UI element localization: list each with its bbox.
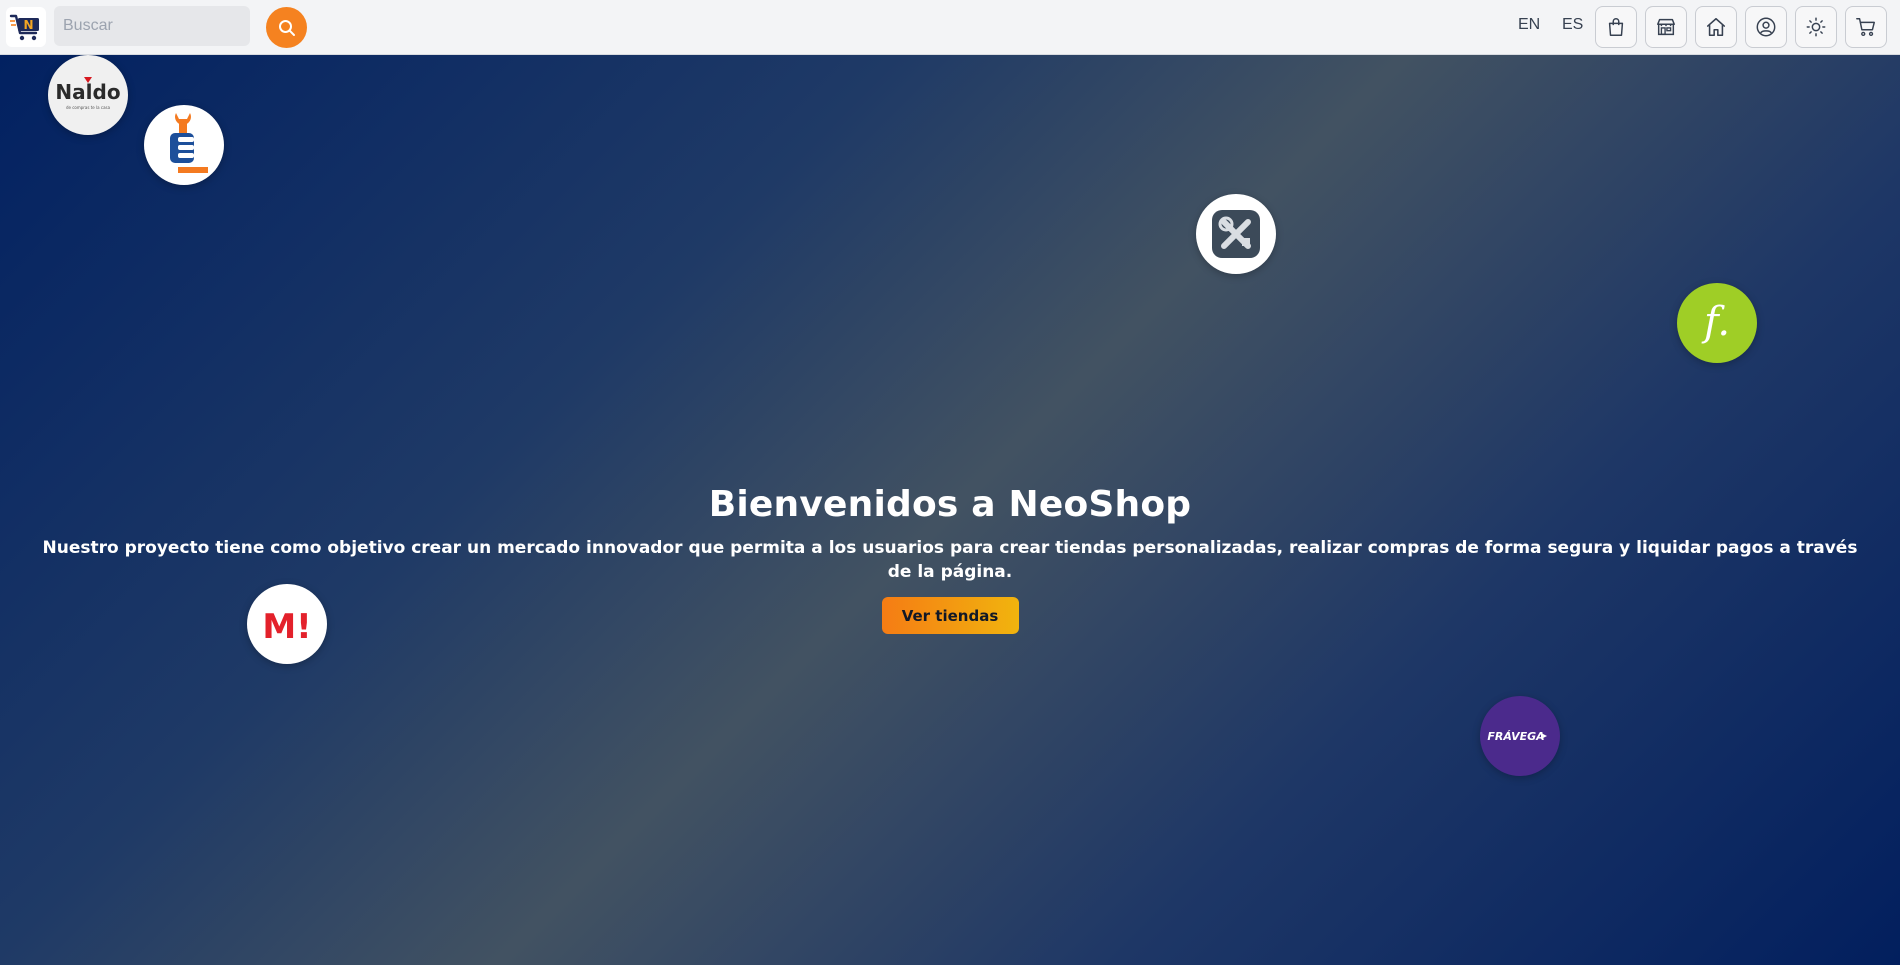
search-input[interactable] bbox=[54, 6, 250, 46]
repair-hand-wrench-icon bbox=[170, 113, 208, 173]
bag-button[interactable] bbox=[1595, 6, 1637, 48]
store-bubble-falabella[interactable]: f. bbox=[1677, 283, 1757, 363]
store-bubble-tools[interactable] bbox=[1196, 194, 1276, 274]
home-button[interactable] bbox=[1695, 6, 1737, 48]
hero-description: Nuestro proyecto tiene como objetivo cre… bbox=[42, 538, 1858, 582]
hero-title: Bienvenidos a NeoShop bbox=[708, 484, 1192, 525]
svg-text:FRÁVEGA: FRÁVEGA bbox=[1487, 730, 1544, 743]
store-bubble-fravega[interactable]: FRÁVEGA bbox=[1480, 696, 1560, 776]
bag-icon bbox=[1608, 18, 1624, 36]
search-button[interactable] bbox=[266, 7, 307, 48]
user-icon bbox=[1756, 17, 1776, 37]
falabella-logo-icon: f. bbox=[1701, 299, 1730, 345]
stores-button[interactable] bbox=[1645, 6, 1687, 48]
home-icon bbox=[1706, 17, 1726, 37]
profile-button[interactable] bbox=[1745, 6, 1787, 48]
store-bubble-naldo[interactable]: Naldo de compras te la casa bbox=[48, 55, 128, 135]
theme-toggle-button[interactable] bbox=[1795, 6, 1837, 48]
svg-text:Naldo: Naldo bbox=[55, 80, 120, 104]
top-navbar: N EN ES bbox=[0, 0, 1900, 55]
fravega-logo-icon: FRÁVEGA bbox=[1487, 730, 1547, 743]
search-icon bbox=[278, 19, 295, 36]
lang-es-button[interactable]: ES bbox=[1562, 16, 1583, 34]
svg-text:f.: f. bbox=[1701, 299, 1730, 345]
store-bubble-repair[interactable] bbox=[144, 105, 224, 185]
neoshop-logo[interactable]: N bbox=[6, 7, 46, 47]
hero-section: Naldo de compras te la casa f. M! FRÁVEG… bbox=[0, 55, 1900, 965]
naldo-logo-icon: Naldo de compras te la casa bbox=[55, 77, 121, 110]
cart-button[interactable] bbox=[1845, 6, 1887, 48]
hero-content: Bienvenidos a NeoShop Nuestro proyecto t… bbox=[0, 483, 1900, 634]
theme-sun-icon bbox=[1806, 17, 1826, 37]
view-stores-button[interactable]: Ver tiendas bbox=[881, 597, 1019, 634]
tools-store-icon bbox=[1212, 210, 1260, 258]
svg-text:de compras te la casa: de compras te la casa bbox=[66, 105, 111, 110]
cart-logo-icon: N bbox=[9, 14, 39, 41]
lang-en-button[interactable]: EN bbox=[1518, 16, 1540, 34]
store-icon bbox=[1657, 18, 1675, 36]
cart-icon bbox=[1856, 18, 1875, 37]
svg-text:N: N bbox=[23, 18, 33, 32]
